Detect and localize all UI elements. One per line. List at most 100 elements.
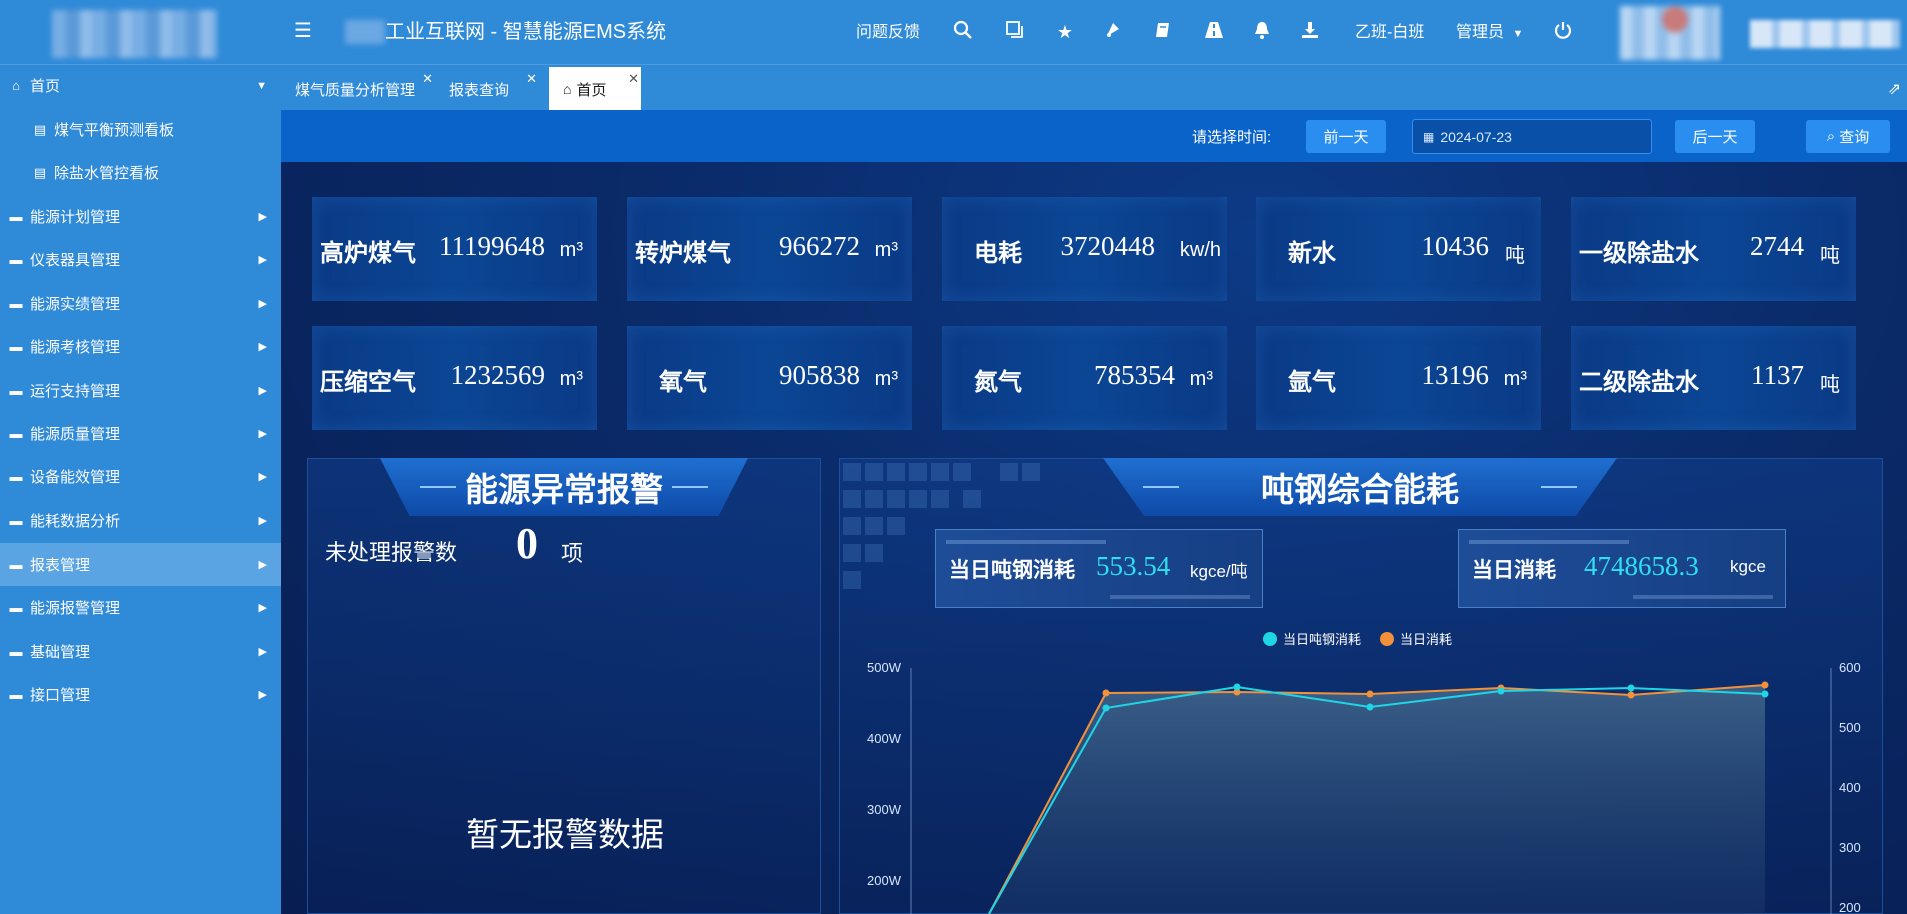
y-left-tick: 300W bbox=[867, 802, 902, 817]
caret-right-icon: ▶ bbox=[258, 602, 267, 614]
close-icon[interactable]: ✕ bbox=[628, 71, 639, 87]
card-unit: kw/h bbox=[1179, 239, 1221, 261]
sidebar-item-label: 除盐水管控看板 bbox=[54, 165, 160, 182]
book-icon[interactable] bbox=[1151, 20, 1175, 44]
sidebar-item[interactable]: ▬ 设备能效管理 ▶ bbox=[0, 455, 281, 498]
bell-icon[interactable] bbox=[1250, 20, 1274, 44]
road-icon[interactable] bbox=[1202, 20, 1226, 44]
user-info bbox=[1750, 20, 1900, 48]
steel-consumption-point[interactable] bbox=[1366, 703, 1374, 711]
sidebar-item[interactable]: ⌂ 首页 ▼ bbox=[0, 64, 281, 107]
prev-day-button[interactable]: 前一天 bbox=[1306, 120, 1386, 153]
card-value: 966272 bbox=[779, 231, 860, 261]
shift-label[interactable]: 乙班-白班 bbox=[1355, 22, 1424, 44]
legend-label: 当日消耗 bbox=[1400, 632, 1453, 647]
sidebar-item-label: 设备能效管理 bbox=[30, 469, 121, 486]
steel-consumption-point[interactable] bbox=[1627, 684, 1635, 692]
close-icon[interactable]: ✕ bbox=[526, 71, 537, 87]
energy-card: 压缩空气 1232569 m³ bbox=[312, 326, 597, 430]
legend-item-total[interactable]: 当日消耗 bbox=[1380, 629, 1452, 648]
tab-gas-quality[interactable]: 煤气质量分析管理 ✕ bbox=[281, 67, 435, 111]
card-value: 1137 bbox=[1751, 360, 1804, 390]
palette-icon[interactable] bbox=[1101, 20, 1125, 44]
card-unit: m³ bbox=[1189, 368, 1213, 390]
sidebar-item[interactable]: ▬ 能源计划管理 ▶ bbox=[0, 195, 281, 238]
legend-item-steel[interactable]: 当日吨钢消耗 bbox=[1263, 629, 1361, 648]
close-icon[interactable]: ✕ bbox=[422, 71, 433, 87]
sidebar-item[interactable]: ▤ 除盐水管控看板 bbox=[0, 151, 281, 194]
steel-consumption-point[interactable] bbox=[1233, 683, 1241, 691]
folder-icon: ▬ bbox=[9, 296, 23, 311]
decor-square bbox=[865, 463, 883, 481]
tab-label: 报表查询 bbox=[449, 81, 510, 99]
sidebar-item[interactable]: ▬ 接口管理 ▶ bbox=[0, 673, 281, 716]
sidebar: ⌂ 首页 ▼ ▤ 煤气平衡预测看板 ▤ 除盐水管控看板 ▬ 能源计划管理 ▶ ▬ 仪表器具管理 ▶ ▬ 能源… bbox=[0, 64, 281, 914]
daily-total-label: 当日消耗 bbox=[1472, 559, 1556, 582]
copy-icon[interactable] bbox=[1003, 20, 1027, 44]
total-consumption-point[interactable] bbox=[1366, 690, 1374, 698]
sidebar-item[interactable]: ▬ 能耗数据分析 ▶ bbox=[0, 499, 281, 542]
total-consumption-point[interactable] bbox=[1761, 681, 1769, 689]
sidebar-item[interactable]: ▬ 能源实绩管理 ▶ bbox=[0, 282, 281, 325]
energy-card: 新水 10436 吨 bbox=[1256, 197, 1541, 301]
sidebar-item-label: 煤气平衡预测看板 bbox=[54, 122, 175, 139]
total-consumption-point[interactable] bbox=[1627, 691, 1635, 699]
feedback-link[interactable]: 问题反馈 bbox=[856, 22, 920, 44]
next-day-button[interactable]: 后一天 bbox=[1675, 120, 1755, 153]
sidebar-item[interactable]: ▬ 基础管理 ▶ bbox=[0, 630, 281, 673]
folder-icon: ▬ bbox=[9, 687, 23, 702]
energy-line-chart: 500W 400W 300W 200W 600 500 400 300 200 bbox=[867, 660, 1861, 914]
decor-square bbox=[963, 490, 981, 508]
date-picker[interactable]: ▦ 2024-07-23 bbox=[1412, 119, 1652, 154]
unhandled-alarm-label: 未处理报警数 bbox=[325, 540, 458, 565]
user-avatar[interactable] bbox=[1620, 6, 1720, 60]
steel-consumption-point[interactable] bbox=[1497, 687, 1505, 695]
card-label: 高炉煤气 bbox=[320, 240, 416, 267]
star-icon[interactable]: ★ bbox=[1053, 20, 1077, 44]
decor-square bbox=[887, 517, 905, 535]
steel-consumption-point[interactable] bbox=[1102, 704, 1110, 712]
external-link-icon[interactable]: ⇗ bbox=[1888, 79, 1901, 99]
search-button[interactable]: ⌕ 查询 bbox=[1806, 120, 1890, 153]
sidebar-item-label: 基础管理 bbox=[30, 644, 91, 661]
total-consumption-point[interactable] bbox=[1102, 689, 1110, 697]
logo bbox=[52, 10, 217, 58]
search-icon[interactable] bbox=[951, 20, 975, 44]
decor-square bbox=[1000, 463, 1018, 481]
energy-card: 二级除盐水 1137 吨 bbox=[1571, 326, 1856, 430]
steel-consumption-point[interactable] bbox=[1761, 690, 1769, 698]
y-right-tick: 300 bbox=[1839, 840, 1861, 855]
folder-icon: ▬ bbox=[9, 252, 23, 267]
sidebar-item[interactable]: ▬ 仪表器具管理 ▶ bbox=[0, 238, 281, 281]
sidebar-item[interactable]: ▤ 煤气平衡预测看板 bbox=[0, 108, 281, 151]
card-value: 2744 bbox=[1750, 231, 1804, 261]
calendar-icon: ▦ bbox=[1423, 129, 1435, 144]
y-left-tick: 400W bbox=[867, 731, 902, 746]
folder-icon: ▬ bbox=[9, 209, 23, 224]
brand-mark bbox=[345, 20, 385, 44]
sidebar-item[interactable]: ▬ 能源质量管理 ▶ bbox=[0, 412, 281, 455]
power-icon[interactable] bbox=[1551, 20, 1575, 44]
sidebar-item[interactable]: ▬ 能源考核管理 ▶ bbox=[0, 325, 281, 368]
download-icon[interactable] bbox=[1298, 20, 1322, 44]
daily-steel-value: 553.54 bbox=[1096, 551, 1171, 581]
tab-label: 首页 bbox=[576, 81, 607, 99]
sidebar-item[interactable]: ▬ 能源报警管理 ▶ bbox=[0, 586, 281, 629]
y-right-tick: 400 bbox=[1839, 780, 1861, 795]
decor-square bbox=[931, 463, 949, 481]
tab-report-query[interactable]: 报表查询 ✕ bbox=[435, 67, 539, 111]
card-value: 905838 bbox=[779, 360, 860, 390]
decor-square bbox=[843, 463, 861, 481]
sidebar-item[interactable]: ▬ 报表管理 ▶ bbox=[0, 543, 281, 586]
daily-total-value: 4748658.3 bbox=[1584, 551, 1699, 581]
tab-home[interactable]: ⌂ 首页 ✕ bbox=[549, 67, 641, 111]
admin-menu[interactable]: 管理员 ▼ bbox=[1456, 22, 1523, 45]
decor-square bbox=[887, 490, 905, 508]
menu-toggle-icon[interactable]: ☰ bbox=[292, 20, 314, 42]
energy-card: 一级除盐水 2744 吨 bbox=[1571, 197, 1856, 301]
decor-square bbox=[865, 490, 883, 508]
card-value: 1232569 bbox=[450, 360, 546, 390]
sidebar-item[interactable]: ▬ 运行支持管理 ▶ bbox=[0, 369, 281, 412]
card-label: 新水 bbox=[1288, 240, 1336, 267]
decor-square bbox=[1022, 463, 1040, 481]
